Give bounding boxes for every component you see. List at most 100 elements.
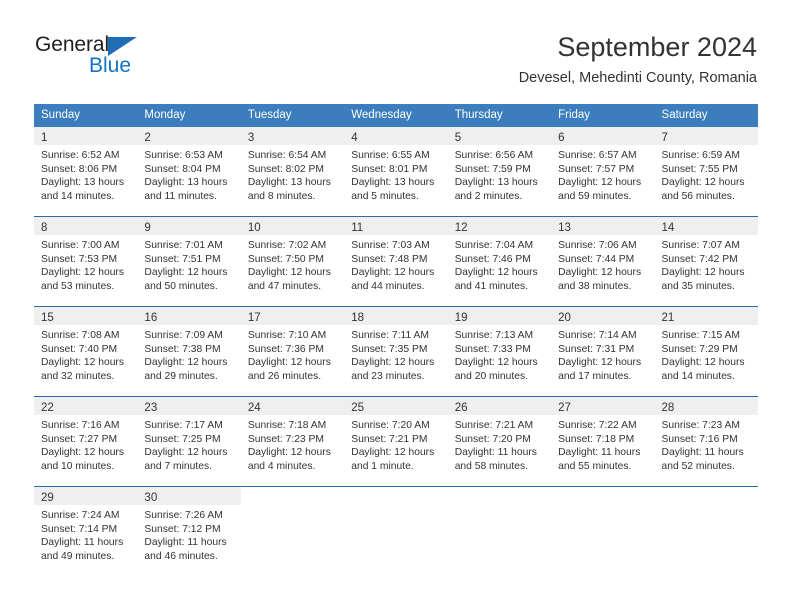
- calendar-day-cell[interactable]: 26 Sunrise: 7:21 AM Sunset: 7:20 PM Dayligh…: [447, 396, 552, 487]
- day-cell-content: 1 Sunrise: 6:52 AM Sunset: 8:06 PM Daylight…: [34, 127, 138, 216]
- day-number-band: [241, 487, 344, 505]
- weekday-header-thursday: Thursday: [447, 104, 552, 127]
- calendar-day-cell[interactable]: 15 Sunrise: 7:08 AM Sunset: 7:40 PM Dayligh…: [34, 306, 138, 397]
- daylight-text-line1: Daylight: 12 hours: [144, 447, 228, 459]
- sunrise-text: Sunrise: 7:17 AM: [144, 420, 223, 431]
- day-cell-content: 24 Sunrise: 7:18 AM Sunset: 7:23 PM Dayligh…: [240, 397, 345, 486]
- title-block: September 2024 Devesel, Mehedinti County…: [519, 30, 757, 87]
- sunset-text: Sunset: 7:25 PM: [144, 433, 221, 445]
- daylight-text-line2: and 53 minutes.: [41, 280, 115, 292]
- day-cell-content: 12 Sunrise: 7:04 AM Sunset: 7:46 PM Dayligh…: [447, 217, 552, 306]
- daylight-text-line1: Daylight: 11 hours: [454, 447, 537, 459]
- day-sun-info: Sunrise: 6:57 AM Sunset: 7:57 PM Daylight:…: [551, 145, 654, 203]
- calendar-day-cell[interactable]: 13 Sunrise: 7:06 AM Sunset: 7:44 PM Dayligh…: [551, 216, 655, 307]
- day-number-band: 13: [551, 217, 655, 235]
- day-number-band: 16: [137, 307, 241, 325]
- day-number-band: 10: [240, 217, 345, 235]
- sunrise-text: Sunrise: 7:23 AM: [661, 420, 740, 431]
- calendar-day-cell: [240, 486, 345, 576]
- calendar-day-cell[interactable]: 6 Sunrise: 6:57 AM Sunset: 7:57 PM Daylight…: [551, 127, 655, 217]
- daylight-text-line1: Daylight: 13 hours: [454, 177, 538, 189]
- sunrise-text: Sunrise: 6:52 AM: [41, 150, 120, 161]
- calendar-week-row: 29 Sunrise: 7:24 AM Sunset: 7:14 PM Dayligh…: [34, 486, 758, 576]
- sunrise-text: Sunrise: 7:20 AM: [351, 420, 430, 431]
- sunset-text: Sunset: 7:31 PM: [558, 343, 635, 355]
- calendar-day-cell[interactable]: 20 Sunrise: 7:14 AM Sunset: 7:31 PM Dayligh…: [551, 306, 655, 397]
- weekday-header-wednesday: Wednesday: [344, 104, 448, 127]
- sunset-text: Sunset: 7:57 PM: [558, 163, 635, 175]
- calendar-day-cell[interactable]: 27 Sunrise: 7:22 AM Sunset: 7:18 PM Dayligh…: [551, 396, 655, 487]
- day-cell-content: [654, 487, 758, 576]
- day-cell-content: 11 Sunrise: 7:03 AM Sunset: 7:48 PM Dayligh…: [344, 217, 448, 306]
- daylight-text-line1: Daylight: 12 hours: [144, 267, 228, 279]
- sunrise-text: Sunrise: 7:01 AM: [144, 240, 223, 251]
- calendar-day-cell[interactable]: 22 Sunrise: 7:16 AM Sunset: 7:27 PM Dayligh…: [34, 396, 138, 487]
- calendar-day-cell[interactable]: 24 Sunrise: 7:18 AM Sunset: 7:23 PM Dayligh…: [240, 396, 345, 487]
- calendar-day-cell[interactable]: 18 Sunrise: 7:11 AM Sunset: 7:35 PM Dayligh…: [344, 306, 448, 397]
- day-number-band: 2: [137, 127, 241, 145]
- day-number-band: 19: [447, 307, 552, 325]
- calendar-day-cell[interactable]: 23 Sunrise: 7:17 AM Sunset: 7:25 PM Dayligh…: [137, 396, 241, 487]
- weekday-header-monday: Monday: [137, 104, 241, 127]
- calendar-day-cell[interactable]: 17 Sunrise: 7:10 AM Sunset: 7:36 PM Dayligh…: [240, 306, 345, 397]
- calendar-day-cell[interactable]: 29 Sunrise: 7:24 AM Sunset: 7:14 PM Dayligh…: [34, 486, 138, 576]
- calendar-day-cell[interactable]: 7 Sunrise: 6:59 AM Sunset: 7:55 PM Daylight…: [654, 127, 758, 217]
- day-sun-info: Sunrise: 7:22 AM Sunset: 7:18 PM Daylight:…: [551, 415, 654, 473]
- daylight-text-line2: and 55 minutes.: [558, 460, 632, 472]
- calendar-day-cell[interactable]: 3 Sunrise: 6:54 AM Sunset: 8:02 PM Daylight…: [240, 127, 345, 217]
- sunrise-text: Sunrise: 7:06 AM: [558, 240, 637, 251]
- page-title: September 2024: [557, 32, 757, 62]
- day-cell-content: 22 Sunrise: 7:16 AM Sunset: 7:27 PM Dayligh…: [34, 397, 138, 486]
- sunrise-text: Sunrise: 7:14 AM: [558, 330, 637, 341]
- daylight-text-line1: Daylight: 13 hours: [247, 177, 331, 189]
- daylight-text-line2: and 1 minute.: [351, 460, 414, 472]
- calendar-day-cell[interactable]: 14 Sunrise: 7:07 AM Sunset: 7:42 PM Dayligh…: [654, 216, 758, 307]
- calendar-day-cell[interactable]: 12 Sunrise: 7:04 AM Sunset: 7:46 PM Dayligh…: [447, 216, 552, 307]
- calendar-day-cell: [447, 486, 552, 576]
- calendar-day-cell[interactable]: 10 Sunrise: 7:02 AM Sunset: 7:50 PM Dayligh…: [240, 216, 345, 307]
- calendar-day-cell[interactable]: 28 Sunrise: 7:23 AM Sunset: 7:16 PM Dayligh…: [654, 396, 758, 487]
- day-sun-info: Sunrise: 7:21 AM Sunset: 7:20 PM Daylight:…: [448, 415, 551, 473]
- daylight-text-line2: and 32 minutes.: [41, 370, 115, 382]
- day-cell-content: 17 Sunrise: 7:10 AM Sunset: 7:36 PM Dayligh…: [240, 307, 345, 396]
- day-sun-info: Sunrise: 6:53 AM Sunset: 8:04 PM Daylight:…: [137, 145, 240, 203]
- day-number-band: 3: [240, 127, 345, 145]
- calendar-day-cell[interactable]: 9 Sunrise: 7:01 AM Sunset: 7:51 PM Daylight…: [137, 216, 241, 307]
- daylight-text-line2: and 11 minutes.: [144, 190, 217, 202]
- sunrise-text: Sunrise: 6:59 AM: [661, 150, 740, 161]
- daylight-text-line1: Daylight: 12 hours: [558, 177, 642, 189]
- day-number-band: 15: [34, 307, 138, 325]
- calendar-page: General Blue September 2024 Devesel, Meh…: [0, 0, 792, 612]
- daylight-text-line2: and 23 minutes.: [351, 370, 425, 382]
- day-number: 4: [351, 132, 358, 144]
- daylight-text-line1: Daylight: 12 hours: [144, 357, 228, 369]
- day-cell-content: [240, 487, 345, 576]
- day-number: 25: [351, 402, 365, 414]
- sunrise-text: Sunrise: 7:15 AM: [661, 330, 740, 341]
- day-number: 17: [247, 312, 261, 324]
- calendar-day-cell[interactable]: 2 Sunrise: 6:53 AM Sunset: 8:04 PM Daylight…: [137, 127, 241, 217]
- calendar-day-cell[interactable]: 4 Sunrise: 6:55 AM Sunset: 8:01 PM Daylight…: [344, 127, 448, 217]
- day-number: 2: [144, 132, 151, 144]
- day-number-band: 22: [34, 397, 138, 415]
- calendar-day-cell[interactable]: 19 Sunrise: 7:13 AM Sunset: 7:33 PM Dayligh…: [447, 306, 552, 397]
- calendar-day-cell[interactable]: 30 Sunrise: 7:26 AM Sunset: 7:12 PM Dayligh…: [137, 486, 241, 576]
- calendar-body: 1 Sunrise: 6:52 AM Sunset: 8:06 PM Daylight…: [34, 127, 758, 576]
- sunset-text: Sunset: 7:48 PM: [351, 253, 428, 265]
- calendar-day-cell[interactable]: 25 Sunrise: 7:20 AM Sunset: 7:21 PM Dayligh…: [344, 396, 448, 487]
- day-number-band: [344, 487, 447, 505]
- day-number-band: 12: [447, 217, 552, 235]
- calendar-day-cell[interactable]: 5 Sunrise: 6:56 AM Sunset: 7:59 PM Daylight…: [447, 127, 552, 217]
- calendar-day-cell[interactable]: 8 Sunrise: 7:00 AM Sunset: 7:53 PM Daylight…: [34, 216, 138, 307]
- calendar-day-cell[interactable]: 16 Sunrise: 7:09 AM Sunset: 7:38 PM Dayligh…: [137, 306, 241, 397]
- calendar-day-cell[interactable]: 21 Sunrise: 7:15 AM Sunset: 7:29 PM Dayligh…: [654, 306, 758, 397]
- sunrise-text: Sunrise: 7:21 AM: [454, 420, 534, 431]
- calendar-day-cell[interactable]: 1 Sunrise: 6:52 AM Sunset: 8:06 PM Daylight…: [34, 127, 138, 217]
- daylight-text-line1: Daylight: 12 hours: [247, 447, 331, 459]
- calendar-week-row: 8 Sunrise: 7:00 AM Sunset: 7:53 PM Daylight…: [34, 216, 758, 307]
- day-number: 13: [558, 222, 571, 234]
- day-cell-content: 26 Sunrise: 7:21 AM Sunset: 7:20 PM Dayligh…: [447, 397, 552, 486]
- sunset-text: Sunset: 7:40 PM: [41, 343, 118, 355]
- sunrise-text: Sunrise: 7:22 AM: [558, 420, 637, 431]
- calendar-day-cell[interactable]: 11 Sunrise: 7:03 AM Sunset: 7:48 PM Dayligh…: [344, 216, 448, 307]
